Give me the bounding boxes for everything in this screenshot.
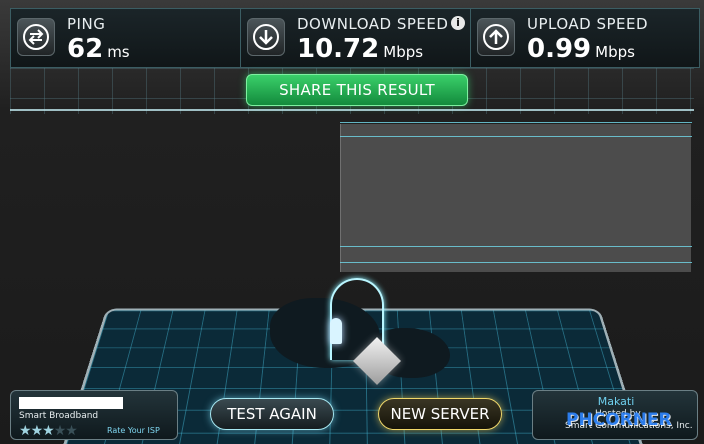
star-icon[interactable]: ★ — [31, 423, 44, 439]
speed-graph-panel — [340, 124, 691, 272]
download-unit: Mbps — [383, 43, 424, 61]
share-result-button[interactable]: SHARE THIS RESULT — [246, 74, 468, 106]
graph-line — [340, 136, 692, 137]
upload-label: UPLOAD SPEED — [527, 15, 649, 33]
swap-arrows-icon — [17, 18, 55, 56]
ping-unit: ms — [107, 43, 130, 61]
download-value: 10.72 Mbps — [297, 34, 423, 64]
download-number: 10.72 — [297, 34, 380, 64]
ping-number: 62 — [67, 34, 104, 64]
graph-line — [340, 246, 692, 247]
upload-number: 0.99 — [527, 34, 592, 64]
isp-panel: Smart Broadband ★★★★★ Rate Your ISP — [10, 390, 178, 440]
upload-unit: Mbps — [595, 43, 635, 61]
arrow-up-icon — [477, 18, 515, 56]
graph-line — [340, 122, 692, 123]
watermark-text: PHCORNER — [566, 410, 672, 430]
rate-isp-link[interactable]: Rate Your ISP — [107, 426, 160, 435]
results-header: PING 62 ms DOWNLOAD SPEED i 10.72 Mbps UPL — [10, 8, 700, 68]
upload-stat: UPLOAD SPEED 0.99 Mbps — [471, 9, 699, 67]
ping-label: PING — [67, 15, 106, 33]
download-stat: DOWNLOAD SPEED i 10.72 Mbps — [241, 9, 471, 67]
upload-value: 0.99 Mbps — [527, 34, 635, 64]
ping-stat: PING 62 ms — [11, 9, 241, 67]
test-again-button[interactable]: TEST AGAIN — [210, 398, 334, 430]
star-icon[interactable]: ★ — [65, 423, 78, 439]
star-icon[interactable]: ★ — [42, 423, 55, 439]
new-server-button[interactable]: NEW SERVER — [378, 398, 502, 430]
user-location-pin — [330, 318, 342, 344]
download-label: DOWNLOAD SPEED — [297, 15, 449, 33]
star-icon[interactable]: ★ — [19, 423, 32, 439]
isp-rating-stars[interactable]: ★★★★★ — [19, 423, 78, 439]
ping-value: 62 ms — [67, 34, 130, 64]
arrow-down-icon — [247, 18, 285, 56]
speedtest-result-screen: PING 62 ms DOWNLOAD SPEED i 10.72 Mbps UPL — [0, 0, 704, 444]
isp-name: Smart Broadband — [19, 411, 99, 421]
info-icon[interactable]: i — [451, 16, 465, 30]
redacted-ip — [19, 397, 123, 409]
star-icon[interactable]: ★ — [54, 423, 67, 439]
server-city: Makati — [597, 395, 635, 408]
watermark-logo: PHCORNER — [566, 410, 672, 430]
divider — [10, 109, 694, 111]
